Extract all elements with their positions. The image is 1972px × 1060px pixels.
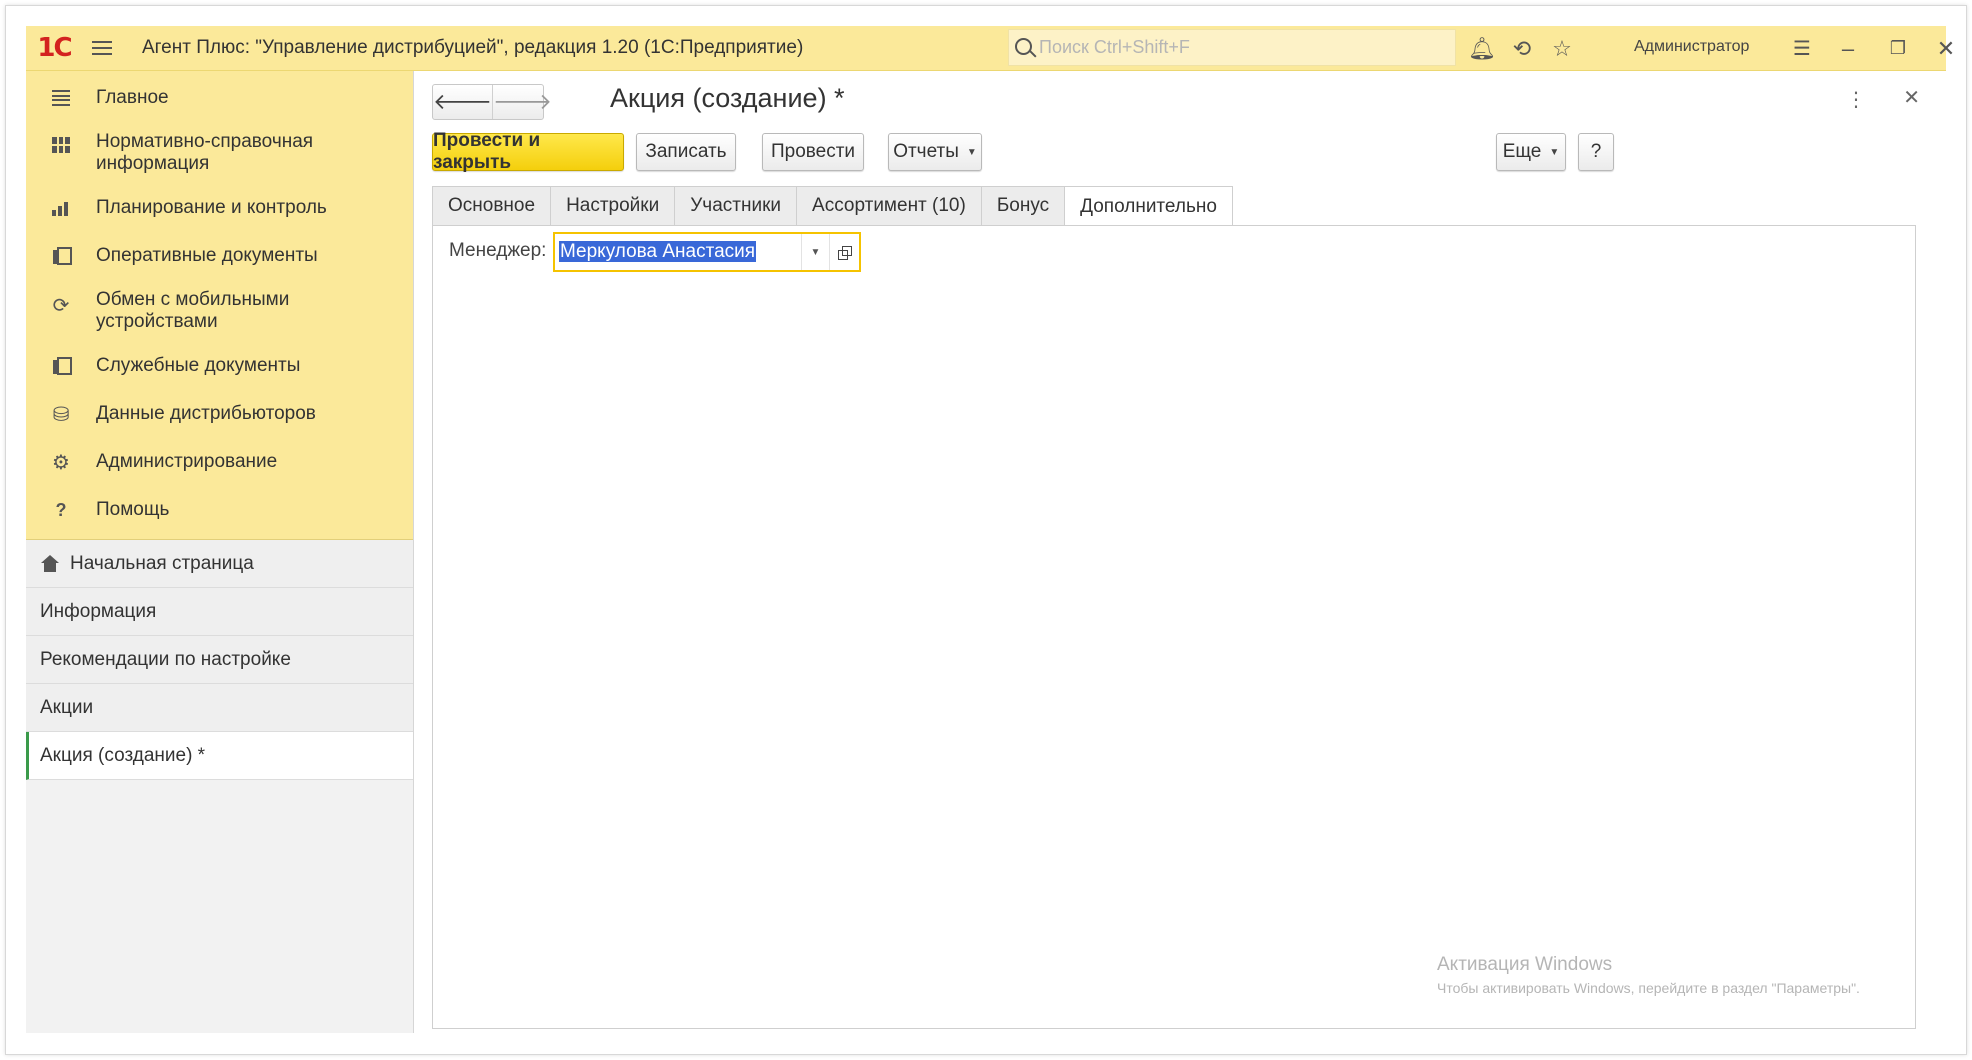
question-icon: ? — [55, 499, 67, 520]
section-label: Нормативно-справочная информация — [96, 131, 314, 174]
manager-value-text: Меркулова Анастасия — [559, 241, 757, 262]
open-window-home[interactable]: Начальная страница — [26, 540, 413, 588]
main-menu-icon[interactable] — [82, 26, 122, 71]
star-icon[interactable]: ☆ — [1542, 26, 1582, 71]
home-icon — [40, 554, 60, 573]
gear-icon: ⚙ — [52, 451, 70, 474]
back-arrow-icon[interactable]: 🡐 — [433, 85, 492, 119]
form-title: Акция (создание) * — [610, 83, 845, 113]
reports-label: Отчеты — [893, 141, 959, 162]
section-label: Планирование и контроль — [96, 197, 327, 218]
tab-panel-additional: Менеджер: Меркулова Анастасия ▼ Активаци… — [432, 225, 1916, 1029]
reports-button[interactable]: Отчеты ▼ — [888, 133, 982, 171]
help-button[interactable]: ? — [1578, 133, 1614, 171]
nav-buttons: 🡐 🡒 — [432, 84, 552, 120]
open-window-promotion-create[interactable]: Акция (создание) * — [26, 732, 413, 780]
manager-value[interactable]: Меркулова Анастасия — [555, 241, 801, 263]
forward-arrow-icon[interactable]: 🡒 — [492, 85, 552, 119]
minimize-icon[interactable]: – — [1828, 26, 1868, 71]
distributor-data-icon: ⛁ — [52, 403, 70, 426]
more-label: Еще — [1502, 141, 1542, 162]
form-area: 🡐 🡒 Акция (создание) * ⋮ ✕ Провести и за… — [414, 71, 1946, 1033]
tab-main[interactable]: Основное — [432, 186, 551, 226]
open-record-icon[interactable] — [829, 234, 859, 270]
tab-participants[interactable]: Участники — [674, 186, 797, 226]
tab-settings[interactable]: Настройки — [550, 186, 675, 226]
post-and-close-button[interactable]: Провести и закрыть — [432, 130, 624, 173]
section-reference[interactable]: Нормативно-справочная информация — [26, 121, 413, 183]
form-close-icon[interactable]: ✕ — [1903, 85, 1920, 110]
watermark-line-2: Чтобы активировать Windows, перейдите в … — [1437, 980, 1860, 996]
sidebar: Главное Нормативно-справочная информация… — [26, 71, 414, 1033]
menu-lines-icon — [26, 88, 96, 106]
open-window-info[interactable]: Информация — [26, 588, 413, 636]
tab-bonus[interactable]: Бонус — [980, 186, 1065, 226]
manager-label: Менеджер: — [449, 240, 547, 261]
save-button[interactable]: Записать — [636, 133, 736, 171]
search-icon — [1015, 38, 1032, 55]
section-administration[interactable]: ⚙ Администрирование — [26, 437, 413, 485]
restore-icon[interactable]: ❐ — [1878, 26, 1918, 71]
chevron-down-icon: ▼ — [966, 146, 977, 158]
close-icon[interactable]: ✕ — [1926, 26, 1966, 71]
search-input[interactable]: Поиск Ctrl+Shift+F — [1008, 29, 1456, 66]
title-bar: 1С Агент Плюс: "Управление дистрибуцией"… — [26, 26, 1955, 71]
section-label: Помощь — [96, 499, 170, 520]
section-label: Служебные документы — [96, 355, 301, 376]
section-label: Обмен с мобильными устройствами — [96, 289, 290, 332]
watermark-line-1: Активация Windows — [1437, 954, 1613, 975]
settings-menu-icon[interactable]: ☰ — [1782, 26, 1822, 71]
open-window-promotions[interactable]: Акции — [26, 684, 413, 732]
windows-activation-watermark: Активация Windows Чтобы активировать Win… — [1437, 954, 1860, 996]
user-name[interactable]: Администратор — [1634, 38, 1749, 56]
bar-chart-icon — [26, 198, 96, 216]
section-distributor-data[interactable]: ⛁ Данные дистрибьюторов — [26, 389, 413, 437]
manager-field[interactable]: Меркулова Анастасия ▼ — [553, 232, 861, 272]
tab-assortment[interactable]: Ассортимент (10) — [796, 186, 981, 226]
section-label: Данные дистрибьюторов — [96, 403, 316, 424]
catalog-grid-icon — [26, 129, 96, 153]
bell-icon[interactable]: 🔔︎ — [1462, 26, 1502, 71]
service-docs-icon — [26, 355, 96, 375]
more-actions-icon[interactable]: ⋮ — [1846, 87, 1866, 112]
section-mobile-exchange[interactable]: ⟳ Обмен с мобильными устройствами — [26, 279, 413, 341]
section-label: Администрирование — [96, 451, 278, 472]
post-button[interactable]: Провести — [762, 133, 864, 171]
tab-additional[interactable]: Дополнительно — [1064, 186, 1233, 227]
open-window-recommendations[interactable]: Рекомендации по настройке — [26, 636, 413, 684]
sections-panel: Главное Нормативно-справочная информация… — [26, 71, 413, 540]
documents-icon — [26, 245, 96, 265]
section-label: Главное — [96, 87, 169, 108]
section-service-docs[interactable]: Служебные документы — [26, 341, 413, 389]
more-button[interactable]: Еще ▼ — [1496, 133, 1566, 171]
history-icon[interactable]: ⟲ — [1502, 26, 1542, 71]
section-main[interactable]: Главное — [26, 73, 413, 121]
sync-icon: ⟳ — [52, 295, 70, 317]
search-placeholder: Поиск Ctrl+Shift+F — [1039, 37, 1190, 57]
section-planning[interactable]: Планирование и контроль — [26, 183, 413, 231]
tab-bar: Основное Настройки Участники Ассортимент… — [432, 186, 1233, 227]
1c-logo[interactable]: 1С — [26, 26, 82, 71]
section-label: Оперативные документы — [96, 245, 318, 266]
open-window-label: Начальная страница — [70, 552, 254, 574]
dropdown-icon[interactable]: ▼ — [801, 234, 829, 270]
section-operative-docs[interactable]: Оперативные документы — [26, 231, 413, 279]
app-title: Агент Плюс: "Управление дистрибуцией", р… — [142, 37, 804, 58]
section-help[interactable]: ? Помощь — [26, 485, 413, 533]
chevron-down-icon: ▼ — [1549, 146, 1560, 158]
